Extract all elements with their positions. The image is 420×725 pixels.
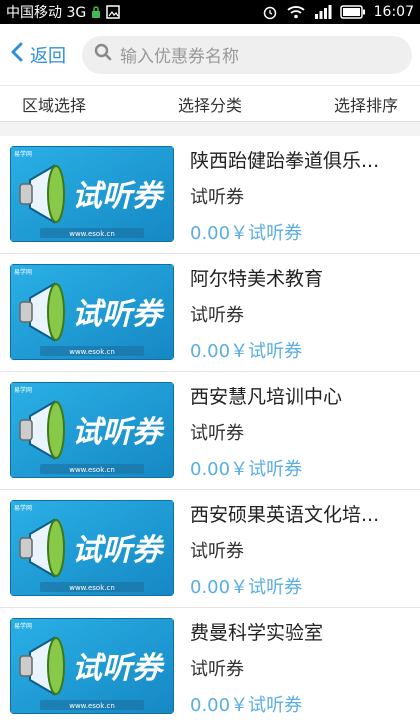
divider [0,122,420,136]
coupon-site: www.esok.cn [69,702,115,710]
coupon-big-text: 试听券 [72,415,165,450]
item-info: 陕西跆健跆拳道俱乐... 试听券 0.00￥试听券 [190,142,410,247]
item-type: 试听券 [190,659,244,680]
list-item[interactable]: 易学网 试听券 www.esok.cn 西安慧凡培训中心 试听券 0.00￥试听… [0,372,420,490]
coupon-site: www.esok.cn [69,348,115,356]
coupon-brand: 易学网 [14,268,32,276]
item-type: 试听券 [190,423,244,444]
wifi-icon [286,5,306,19]
item-price: 0.00￥试听券 [190,223,303,244]
item-price: 0.00￥试听券 [190,341,303,362]
coupon-big-text: 试听券 [72,651,165,686]
coupon-image: 易学网 试听券 www.esok.cn [10,264,174,360]
filter-category[interactable]: 选择分类 [178,92,242,116]
coupon-image: 易学网 试听券 www.esok.cn [10,382,174,478]
coupon-list: 易学网 试听券 www.esok.cn 陕西跆健跆拳道俱乐... 试听券 0.0… [0,136,420,725]
alarm-icon [262,4,278,20]
coupon-site: www.esok.cn [69,230,115,238]
coupon-big-text: 试听券 [72,179,165,214]
search-placeholder: 输入优惠券名称 [120,47,239,67]
search-input[interactable]: 输入优惠券名称 [82,35,412,74]
signal-icon [314,5,332,19]
item-title: 陕西跆健跆拳道俱乐... [190,150,380,172]
coupon-brand: 易学网 [14,622,32,630]
list-item[interactable]: 易学网 试听券 www.esok.cn 阿尔特美术教育 试听券 0.00￥试听券 [0,254,420,372]
lock-icon [91,5,101,19]
top-bar: 返回 输入优惠券名称 [0,24,420,86]
item-title: 费曼科学实验室 [190,622,324,644]
coupon-brand: 易学网 [14,150,32,158]
coupon-big-text: 试听券 [72,297,165,332]
battery-icon [339,5,366,19]
item-info: 费曼科学实验室 试听券 0.00￥试听券 [190,614,410,719]
item-info: 西安硕果英语文化培... 试听券 0.00￥试听券 [190,496,410,601]
item-price: 0.00￥试听券 [190,695,303,716]
back-button[interactable]: 返回 [10,42,66,68]
list-item[interactable]: 易学网 试听券 www.esok.cn 费曼科学实验室 试听券 0.00￥试听券 [0,608,420,725]
coupon-image: 易学网 试听券 www.esok.cn [10,500,174,596]
coupon-image: 易学网 试听券 www.esok.cn [10,618,174,714]
item-price: 0.00￥试听券 [190,459,303,480]
item-title: 西安硕果英语文化培... [190,504,380,526]
item-title: 阿尔特美术教育 [190,268,324,290]
item-type: 试听券 [190,541,244,562]
chevron-left-icon [10,42,24,67]
filter-region[interactable]: 区域选择 [22,92,86,116]
carrier-label: 中国移动 3G [6,5,87,21]
search-icon [94,43,112,66]
filter-sort[interactable]: 选择排序 [334,92,398,116]
item-type: 试听券 [190,305,244,326]
coupon-image: 易学网 试听券 www.esok.cn [10,146,174,242]
filter-bar: 区域选择 选择分类 选择排序 [0,86,420,122]
item-price: 0.00￥试听券 [190,577,303,598]
item-info: 阿尔特美术教育 试听券 0.00￥试听券 [190,260,410,365]
clock-time: 16:07 [373,4,414,20]
coupon-site: www.esok.cn [69,466,115,474]
coupon-brand: 易学网 [14,504,32,512]
coupon-big-text: 试听券 [72,533,165,568]
list-item[interactable]: 易学网 试听券 www.esok.cn 陕西跆健跆拳道俱乐... 试听券 0.0… [0,136,420,254]
item-title: 西安慧凡培训中心 [190,386,343,408]
item-type: 试听券 [190,187,244,208]
coupon-brand: 易学网 [14,386,32,394]
image-icon [106,5,120,19]
back-label: 返回 [30,45,66,67]
item-info: 西安慧凡培训中心 试听券 0.00￥试听券 [190,378,410,483]
list-item[interactable]: 易学网 试听券 www.esok.cn 西安硕果英语文化培... 试听券 0.0… [0,490,420,608]
coupon-site: www.esok.cn [69,584,115,592]
status-bar: 中国移动 3G 16:07 [0,0,420,24]
